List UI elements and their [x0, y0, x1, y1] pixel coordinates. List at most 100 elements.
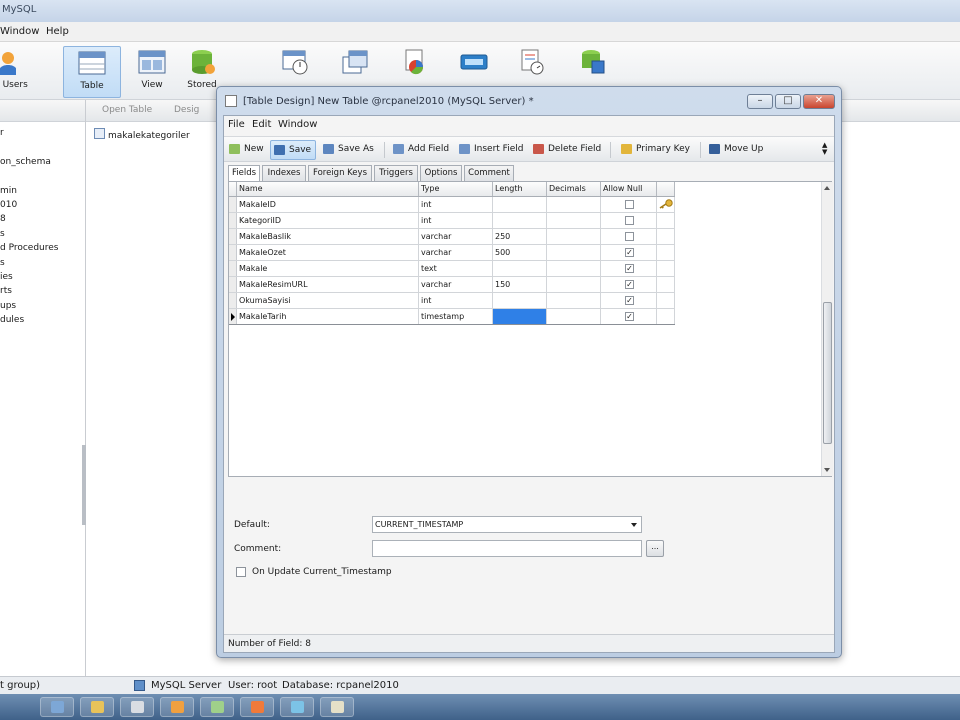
menu-edit[interactable]: Edit	[252, 119, 271, 130]
field-key-cell[interactable]	[657, 197, 675, 212]
table-row[interactable]: MakaleOzet varchar 500 ✓	[229, 245, 675, 261]
field-type-cell[interactable]: varchar	[419, 277, 493, 292]
tree-item[interactable]: rts	[0, 286, 85, 300]
field-decimals-cell[interactable]	[547, 277, 601, 292]
tree-item[interactable]: ies	[0, 272, 85, 286]
table-row[interactable]: MakaleTarih timestamp ✓	[229, 309, 675, 325]
field-length-cell[interactable]	[493, 293, 547, 308]
field-type-cell[interactable]: varchar	[419, 245, 493, 260]
scroll-up-arrow-icon[interactable]	[824, 186, 830, 190]
row-indicator[interactable]	[229, 229, 237, 244]
field-length-cell[interactable]: 500	[493, 245, 547, 260]
field-name-cell[interactable]: Makale	[237, 261, 419, 276]
tab-foreign-keys[interactable]: Foreign Keys	[308, 165, 372, 181]
delete-field-button[interactable]: Delete Field	[530, 140, 605, 160]
field-type-cell[interactable]: int	[419, 293, 493, 308]
column-header-type[interactable]: Type	[419, 182, 493, 196]
column-header-allow-null[interactable]: Allow Null	[601, 182, 657, 196]
table-row[interactable]: MakaleID int	[229, 197, 675, 213]
allow-null-checkbox[interactable]: ✓	[625, 280, 634, 289]
table-row[interactable]: Makale text ✓	[229, 261, 675, 277]
field-type-cell[interactable]: varchar	[419, 229, 493, 244]
tab-fields[interactable]: Fields	[228, 165, 260, 182]
tree-item[interactable]: dules	[0, 315, 85, 329]
table-list-item[interactable]: makalekategoriler	[94, 128, 190, 141]
menu-file[interactable]: File	[228, 119, 245, 130]
toolbar-overflow-chevron-icon[interactable]: ▲ ▼	[822, 142, 827, 156]
field-allow-null-cell[interactable]: ✓	[601, 309, 657, 324]
field-allow-null-cell[interactable]	[601, 197, 657, 212]
table-row[interactable]: KategoriID int	[229, 213, 675, 229]
open-table-button[interactable]: Open Table	[102, 105, 152, 115]
taskbar-app-button[interactable]	[120, 697, 154, 717]
allow-null-checkbox[interactable]: ✓	[625, 312, 634, 321]
field-key-cell[interactable]	[657, 277, 675, 292]
field-length-cell[interactable]: 150	[493, 277, 547, 292]
new-button[interactable]: New	[226, 140, 268, 160]
field-key-cell[interactable]	[657, 309, 675, 324]
comment-field[interactable]	[372, 540, 642, 557]
row-indicator[interactable]	[229, 213, 237, 228]
add-field-button[interactable]: Add Field	[390, 140, 453, 160]
field-allow-null-cell[interactable]	[601, 229, 657, 244]
allow-null-checkbox[interactable]	[625, 200, 634, 209]
toolbar-view-button[interactable]: View	[124, 46, 180, 98]
field-name-cell[interactable]: OkumaSayisi	[237, 293, 419, 308]
field-key-cell[interactable]	[657, 245, 675, 260]
row-indicator[interactable]	[229, 261, 237, 276]
field-allow-null-cell[interactable]	[601, 213, 657, 228]
tree-item[interactable]: s	[0, 258, 85, 272]
column-header-length[interactable]: Length	[493, 182, 547, 196]
field-decimals-cell[interactable]	[547, 213, 601, 228]
primary-key-button[interactable]: Primary Key	[618, 140, 694, 160]
menu-help[interactable]: Help	[46, 26, 69, 37]
menu-window[interactable]: Window	[278, 119, 317, 130]
allow-null-checkbox[interactable]: ✓	[625, 248, 634, 257]
minimize-button[interactable]: –	[747, 94, 773, 109]
tree-item[interactable]: r	[0, 128, 85, 142]
table-row[interactable]: MakaleResimURL varchar 150 ✓	[229, 277, 675, 293]
field-decimals-cell[interactable]	[547, 309, 601, 324]
maximize-button[interactable]: □	[775, 94, 801, 109]
field-decimals-cell[interactable]	[547, 261, 601, 276]
field-length-cell[interactable]	[493, 309, 547, 324]
row-indicator[interactable]	[229, 277, 237, 292]
allow-null-checkbox[interactable]: ✓	[625, 296, 634, 305]
grid-vertical-scrollbar[interactable]	[821, 182, 833, 476]
field-length-cell[interactable]	[493, 213, 547, 228]
field-key-cell[interactable]	[657, 229, 675, 244]
field-allow-null-cell[interactable]: ✓	[601, 277, 657, 292]
scroll-thumb[interactable]	[823, 302, 832, 444]
field-decimals-cell[interactable]	[547, 229, 601, 244]
insert-field-button[interactable]: Insert Field	[456, 140, 527, 160]
field-name-cell[interactable]: KategoriID	[237, 213, 419, 228]
field-decimals-cell[interactable]	[547, 245, 601, 260]
on-update-checkbox[interactable]	[236, 567, 246, 577]
tree-item[interactable]: ups	[0, 301, 85, 315]
allow-null-checkbox[interactable]: ✓	[625, 264, 634, 273]
field-type-cell[interactable]: int	[419, 213, 493, 228]
field-allow-null-cell[interactable]: ✓	[601, 293, 657, 308]
tree-item[interactable]: 010	[0, 200, 85, 214]
taskbar-app-button[interactable]	[40, 697, 74, 717]
save-button[interactable]: Save	[270, 140, 317, 160]
close-button[interactable]: ✕	[803, 94, 835, 109]
taskbar-app-button[interactable]	[80, 697, 114, 717]
toolbar-users-button[interactable]: e Users	[0, 46, 34, 98]
field-name-cell[interactable]: MakaleID	[237, 197, 419, 212]
table-row[interactable]: MakaleBaslik varchar 250	[229, 229, 675, 245]
tree-item[interactable]: 8	[0, 214, 85, 228]
tab-triggers[interactable]: Triggers	[374, 165, 418, 181]
field-length-cell[interactable]: 250	[493, 229, 547, 244]
scroll-down-arrow-icon[interactable]	[824, 468, 830, 472]
tree-item[interactable]	[0, 142, 85, 156]
allow-null-checkbox[interactable]	[625, 232, 634, 241]
default-value-dropdown[interactable]: CURRENT_TIMESTAMP	[372, 516, 642, 533]
field-name-cell[interactable]: MakaleBaslik	[237, 229, 419, 244]
field-length-cell[interactable]	[493, 261, 547, 276]
taskbar-app-button[interactable]	[240, 697, 274, 717]
field-type-cell[interactable]: int	[419, 197, 493, 212]
row-indicator[interactable]	[229, 245, 237, 260]
field-type-cell[interactable]: text	[419, 261, 493, 276]
tab-options[interactable]: Options	[420, 165, 462, 181]
